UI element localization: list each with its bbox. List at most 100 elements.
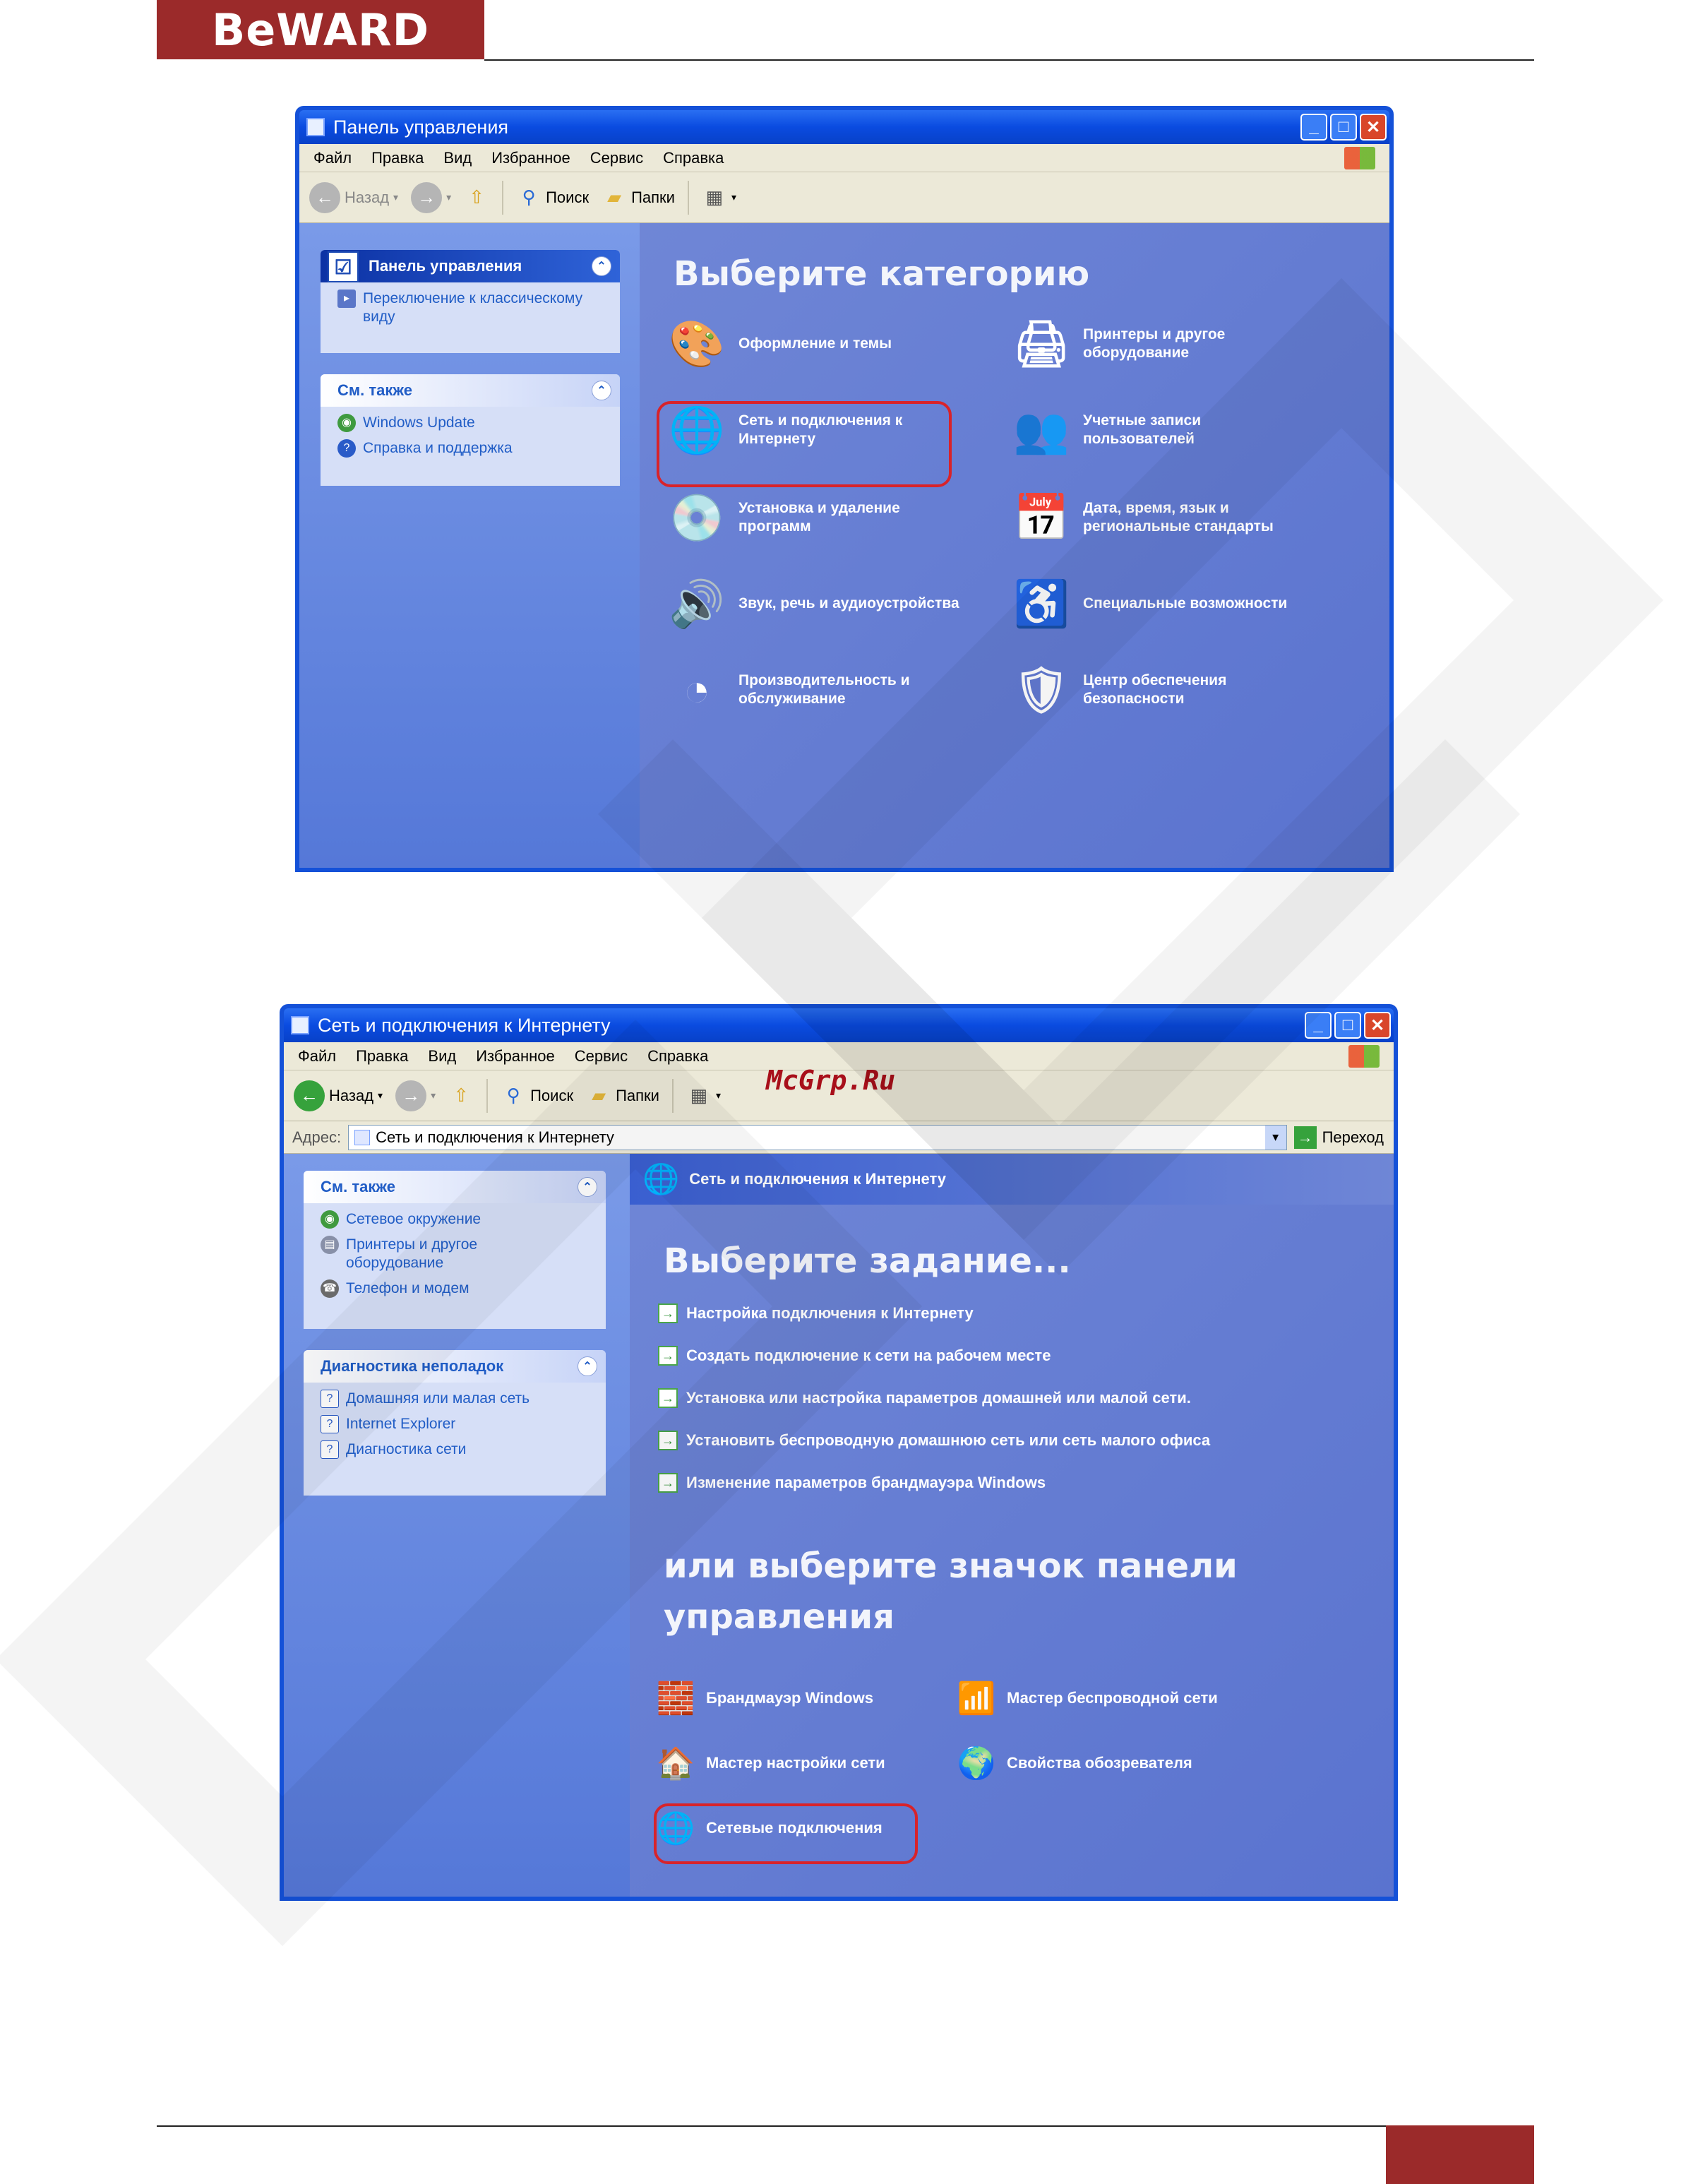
menu-help[interactable]: Справка xyxy=(663,149,724,167)
window-body: См. также ⌃ ◉ Сетевое окружение ▤ Принтеры… xyxy=(284,1154,1394,1897)
back-arrow-icon: ← xyxy=(294,1080,325,1111)
icons-heading-line1: или выберите значок панели xyxy=(664,1546,1238,1586)
link-label: Диагностика сети xyxy=(346,1441,467,1457)
main-area: Выберите категорию 🎨 Оформление и темы 🖨 П… xyxy=(640,223,1389,868)
folder-up-icon[interactable]: ⇧ xyxy=(464,185,489,210)
category-security-center[interactable]: 🛡 Центр обеспечения безопасности xyxy=(1010,658,1341,722)
firewall-link[interactable]: 🧱 Брандмауэр Windows xyxy=(654,1676,873,1720)
minimize-button[interactable]: _ xyxy=(1305,1012,1332,1039)
page: BeWARD Панель управления _ □ ✕ Файл Прав… xyxy=(0,0,1681,2184)
forward-button[interactable]: → ▾ xyxy=(395,1080,436,1111)
accessibility-icon: ♿ xyxy=(1013,578,1070,629)
category-users[interactable]: 👥 Учетные записи пользователей xyxy=(1010,398,1341,462)
wireless-wizard-link[interactable]: 📶 Мастер беспроводной сети xyxy=(955,1676,1218,1720)
printers-link[interactable]: ▤ Принтеры и другое оборудование xyxy=(321,1236,594,1272)
switch-classic-view-link[interactable]: ▸ Переключение к классическому виду xyxy=(337,290,609,326)
menu-view[interactable]: Вид xyxy=(443,149,472,167)
appearance-icon: 🎨 xyxy=(669,318,725,369)
phone-modem-link[interactable]: ☎ Телефон и модем xyxy=(321,1279,594,1298)
network-setup-link[interactable]: 🏠 Мастер настройки сети xyxy=(654,1741,885,1785)
menu-tools[interactable]: Сервис xyxy=(590,149,643,167)
menu-tools[interactable]: Сервис xyxy=(575,1047,628,1066)
collapse-icon[interactable]: ⌃ xyxy=(578,1177,597,1197)
menu-edit[interactable]: Правка xyxy=(356,1047,408,1066)
search-icon: ⚲ xyxy=(522,186,536,208)
chevron-down-icon: ▾ xyxy=(731,191,736,203)
see-also-pane: См. также ⌃ ◉ Windows Update ? Справка и п… xyxy=(321,374,620,486)
go-button[interactable]: → Переход xyxy=(1293,1126,1394,1149)
classic-view-icon: ▸ xyxy=(337,290,356,308)
toolbar-separator xyxy=(486,1078,489,1113)
pane-header[interactable]: ☑ Панель управления ⌃ xyxy=(321,250,620,282)
address-input[interactable]: Сеть и подключения к Интернету ▾ xyxy=(348,1124,1287,1150)
task-item[interactable]: → Установка или настройка параметров дома… xyxy=(658,1388,1191,1408)
task-item[interactable]: → Создать подключение к сети на рабочем м… xyxy=(658,1346,1051,1366)
task-arrow-icon: → xyxy=(658,1473,678,1493)
menu-file[interactable]: Файл xyxy=(313,149,352,167)
help-icon: ? xyxy=(321,1415,339,1433)
task-arrow-icon: → xyxy=(658,1346,678,1366)
task-item[interactable]: → Изменение параметров брандмауэра Window… xyxy=(658,1473,1046,1493)
category-label: Специальные возможности xyxy=(1083,595,1288,611)
category-appearance[interactable]: 🎨 Оформление и темы xyxy=(665,312,997,376)
task-item[interactable]: → Настройка подключения к Интернету xyxy=(658,1303,974,1323)
window-title: Сеть и подключения к Интернету xyxy=(318,1014,611,1036)
internet-options-icon: 🌍 xyxy=(957,1746,996,1781)
search-icon: ⚲ xyxy=(506,1085,520,1106)
menu-help[interactable]: Справка xyxy=(647,1047,708,1066)
minimize-button[interactable]: _ xyxy=(1300,114,1327,141)
collapse-icon[interactable]: ⌃ xyxy=(592,381,611,400)
views-button[interactable]: ▦ ▾ xyxy=(686,1083,721,1109)
home-network-troubleshoot-link[interactable]: ? Домашняя или малая сеть xyxy=(321,1390,594,1408)
menu-file[interactable]: Файл xyxy=(298,1047,336,1066)
help-support-link[interactable]: ? Справка и поддержка xyxy=(337,439,609,458)
collapse-icon[interactable]: ⌃ xyxy=(592,256,611,276)
go-arrow-icon: → xyxy=(1293,1126,1317,1149)
icon-label: Свойства обозревателя xyxy=(1007,1754,1192,1772)
menu-edit[interactable]: Правка xyxy=(371,149,424,167)
close-button[interactable]: ✕ xyxy=(1364,1012,1391,1039)
internet-options-link[interactable]: 🌍 Свойства обозревателя xyxy=(955,1741,1192,1785)
views-button[interactable]: ▦ ▾ xyxy=(702,185,736,210)
pane-header[interactable]: Диагностика неполадок ⌃ xyxy=(304,1350,606,1383)
category-accessibility[interactable]: ♿ Специальные возможности xyxy=(1010,572,1341,635)
task-heading: Выберите задание... xyxy=(664,1241,1071,1281)
menu-favorites[interactable]: Избранное xyxy=(476,1047,555,1066)
collapse-icon[interactable]: ⌃ xyxy=(578,1356,597,1376)
maximize-button[interactable]: □ xyxy=(1334,1012,1361,1039)
ie-troubleshoot-link[interactable]: ? Internet Explorer xyxy=(321,1415,594,1433)
task-pane: ☑ Панель управления ⌃ ▸ Переключение к кл… xyxy=(299,223,640,868)
menu-view[interactable]: Вид xyxy=(428,1047,456,1066)
link-label: Справка и поддержка xyxy=(363,440,513,456)
chevron-down-icon[interactable]: ▾ xyxy=(1264,1125,1286,1150)
category-label: Звук, речь и аудиоустройства xyxy=(738,595,959,611)
folders-button[interactable]: ▰ Папки xyxy=(602,185,675,210)
back-button[interactable]: ← Назад ▾ xyxy=(309,181,398,213)
date-time-icon: 📅 xyxy=(1013,492,1070,543)
category-sound[interactable]: 🔊 Звук, речь и аудиоустройства xyxy=(665,572,1011,635)
link-label: Домашняя или малая сеть xyxy=(346,1390,530,1407)
folder-up-icon[interactable]: ⇧ xyxy=(448,1083,474,1109)
category-date-time[interactable]: 📅 Дата, время, язык и региональные станда… xyxy=(1010,486,1341,549)
task-item[interactable]: → Установить беспроводную домашнюю сеть и… xyxy=(658,1431,1210,1450)
menu-favorites[interactable]: Избранное xyxy=(491,149,570,167)
title-bar: Панель управления _ □ ✕ xyxy=(299,110,1389,144)
pane-list: ? Домашняя или малая сеть ? Internet Explo… xyxy=(304,1383,606,1459)
category-add-remove[interactable]: 💿 Установка и удаление программ xyxy=(665,486,997,549)
folder-icon xyxy=(354,1129,371,1145)
folders-button[interactable]: ▰ Папки xyxy=(586,1083,659,1109)
category-printers[interactable]: 🖨 Принтеры и другое оборудование xyxy=(1010,312,1341,376)
checklist-icon: ☑ xyxy=(328,251,359,282)
windows-update-link[interactable]: ◉ Windows Update xyxy=(337,414,609,432)
network-diagnostics-link[interactable]: ? Диагностика сети xyxy=(321,1440,594,1459)
search-button[interactable]: ⚲ Поиск xyxy=(501,1083,574,1109)
close-button[interactable]: ✕ xyxy=(1360,114,1387,141)
back-button[interactable]: ← Назад ▾ xyxy=(294,1080,383,1111)
category-performance[interactable]: ◔ Производительность и обслуживание xyxy=(665,658,997,722)
forward-button[interactable]: → ▾ xyxy=(411,181,451,213)
maximize-button[interactable]: □ xyxy=(1330,114,1357,141)
network-places-link[interactable]: ◉ Сетевое окружение xyxy=(321,1210,594,1229)
pane-header[interactable]: См. также ⌃ xyxy=(321,374,620,407)
search-button[interactable]: ⚲ Поиск xyxy=(516,185,590,210)
pane-header[interactable]: См. также ⌃ xyxy=(304,1171,606,1203)
